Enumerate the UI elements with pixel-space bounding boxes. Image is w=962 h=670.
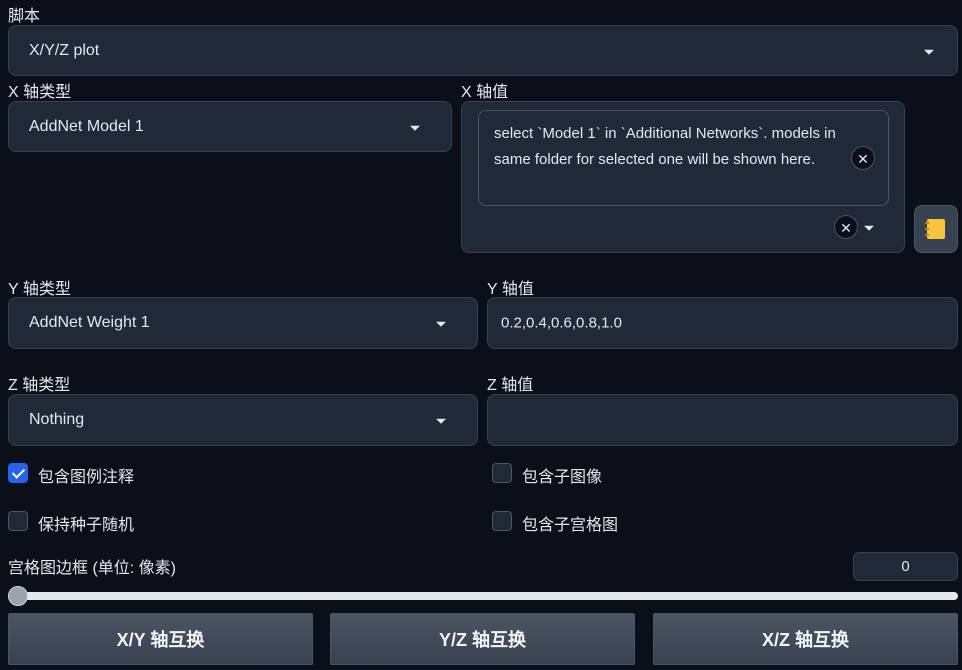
include-legend-label: 包含图例注释 [38,469,135,486]
margin-number-input[interactable]: 0 [853,552,958,581]
swap-yz-button[interactable]: Y/Z 轴互换 [330,613,635,665]
z-axis-values-input[interactable] [487,394,958,446]
close-icon[interactable]: ✕ [851,146,875,170]
x-axis-tag-text: select `Model 1` in `Additional Networks… [494,125,836,168]
chevron-down-icon [924,49,934,55]
swap-xy-button[interactable]: X/Y 轴互换 [8,613,313,665]
margin-slider-track[interactable] [8,592,958,600]
x-axis-type-select[interactable]: AddNet Model 1 [8,101,452,152]
x-axis-values-label: X 轴值 [461,84,509,101]
chevron-down-icon [410,125,420,131]
script-label: 脚本 [8,8,41,25]
y-axis-values-label: Y 轴值 [487,281,534,298]
x-axis-type-value: AddNet Model 1 [29,117,144,135]
z-axis-values-label: Z 轴值 [487,377,534,394]
z-axis-type-select[interactable]: Nothing [8,394,478,446]
keep-seed-label: 保持种子随机 [38,517,135,534]
margin-label: 宫格图边框 (单位: 像素) [8,560,176,577]
chevron-down-icon [436,321,446,327]
y-axis-type-value: AddNet Weight 1 [29,314,150,331]
notebook-icon [925,219,945,239]
x-axis-value-tag: select `Model 1` in `Additional Networks… [478,110,889,206]
x-axis-values-multiselect[interactable]: select `Model 1` in `Additional Networks… [461,101,905,253]
include-sub-images-checkbox[interactable] [492,463,512,483]
include-sub-grids-checkbox[interactable] [492,511,512,531]
script-select-value: X/Y/Z plot [29,41,100,59]
clear-all-icon[interactable]: ✕ [834,215,858,239]
y-axis-values-input[interactable]: 0.2,0.4,0.6,0.8,1.0 [487,297,958,349]
fill-values-button[interactable] [914,205,958,253]
margin-slider-thumb[interactable] [8,586,28,606]
chevron-down-icon[interactable] [864,225,874,231]
chevron-down-icon [436,418,446,424]
include-sub-grids-label: 包含子宫格图 [522,517,619,534]
z-axis-type-label: Z 轴类型 [8,377,71,394]
script-select[interactable]: X/Y/Z plot [8,25,958,76]
x-axis-type-label: X 轴类型 [8,84,72,101]
include-legend-checkbox[interactable] [8,463,28,483]
keep-seed-checkbox[interactable] [8,511,28,531]
y-axis-type-label: Y 轴类型 [8,281,71,298]
y-axis-values-text: 0.2,0.4,0.6,0.8,1.0 [501,314,622,332]
swap-xz-button[interactable]: X/Z 轴互换 [653,613,958,665]
y-axis-type-select[interactable]: AddNet Weight 1 [8,297,478,349]
include-sub-images-label: 包含子图像 [522,469,603,486]
z-axis-type-value: Nothing [29,411,85,428]
